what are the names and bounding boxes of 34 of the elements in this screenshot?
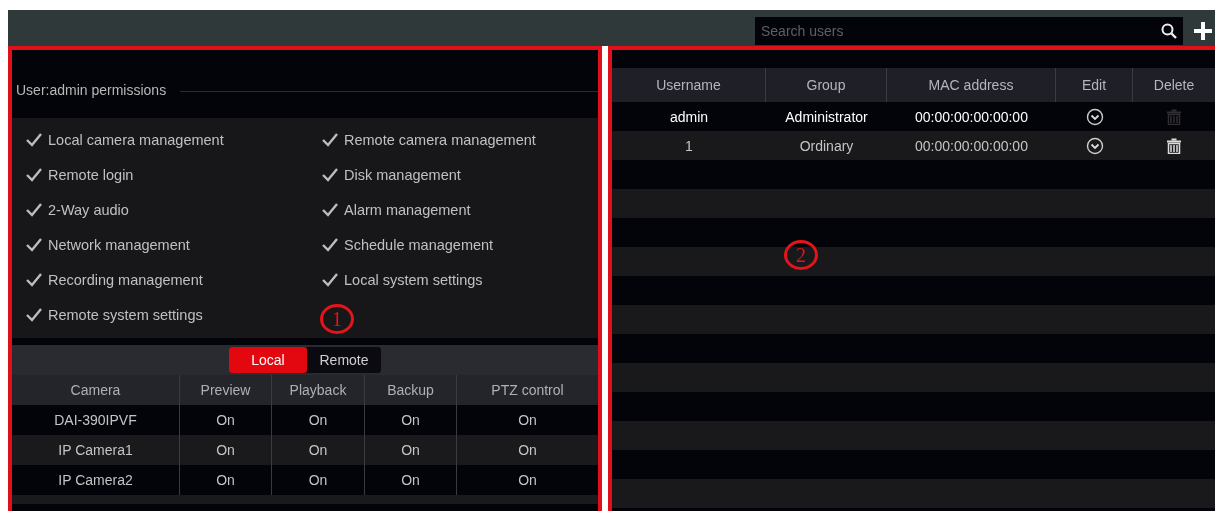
column-header: PTZ control <box>490 381 565 400</box>
permission-label: Network management <box>48 236 190 253</box>
permission-label: Remote camera management <box>344 131 536 148</box>
table-cell-text: On <box>517 441 538 460</box>
search-icon[interactable] <box>1161 23 1177 39</box>
callout-number: 1 <box>320 304 354 334</box>
tab[interactable]: Remote <box>307 347 381 373</box>
permission-label: Remote login <box>48 166 134 183</box>
table-cell-text: On <box>517 411 538 430</box>
table-cell-text: On <box>517 471 538 490</box>
add-icon[interactable] <box>1193 21 1213 41</box>
table-cell-text: 1 <box>684 136 694 156</box>
table-cell-text: 00:00:00:00:00:00 <box>914 107 1029 127</box>
table-row[interactable]: 1 Ordinary 00:00:00:00:00:00 <box>612 131 1215 160</box>
column-header: Delete <box>1152 76 1196 95</box>
chevron-circle-icon[interactable] <box>1085 107 1104 126</box>
chevron-circle-icon[interactable] <box>1085 136 1104 155</box>
permission-label: Recording management <box>48 271 203 288</box>
permission-label: Local system settings <box>344 271 483 288</box>
trash-icon[interactable] <box>1167 137 1181 154</box>
section-title: User:admin permissions <box>16 82 167 98</box>
table-cell-text: Ordinary <box>798 136 855 156</box>
table-cell-text: admin <box>668 107 710 127</box>
tab[interactable]: Local <box>229 347 307 373</box>
permission-label: Disk management <box>344 166 461 183</box>
permission-label: Remote system settings <box>48 306 203 323</box>
permission-label: Alarm management <box>344 201 471 218</box>
permission-label: Schedule management <box>344 236 494 253</box>
search-field[interactable]: Search users <box>755 17 1183 45</box>
permission-label: Local camera management <box>48 131 224 148</box>
permission-label: 2-Way audio <box>48 201 129 218</box>
table-cell-text: Administrator <box>784 107 869 127</box>
table-cell-text: 00:00:00:00:00:00 <box>914 136 1029 156</box>
callout-number: 2 <box>784 240 818 270</box>
